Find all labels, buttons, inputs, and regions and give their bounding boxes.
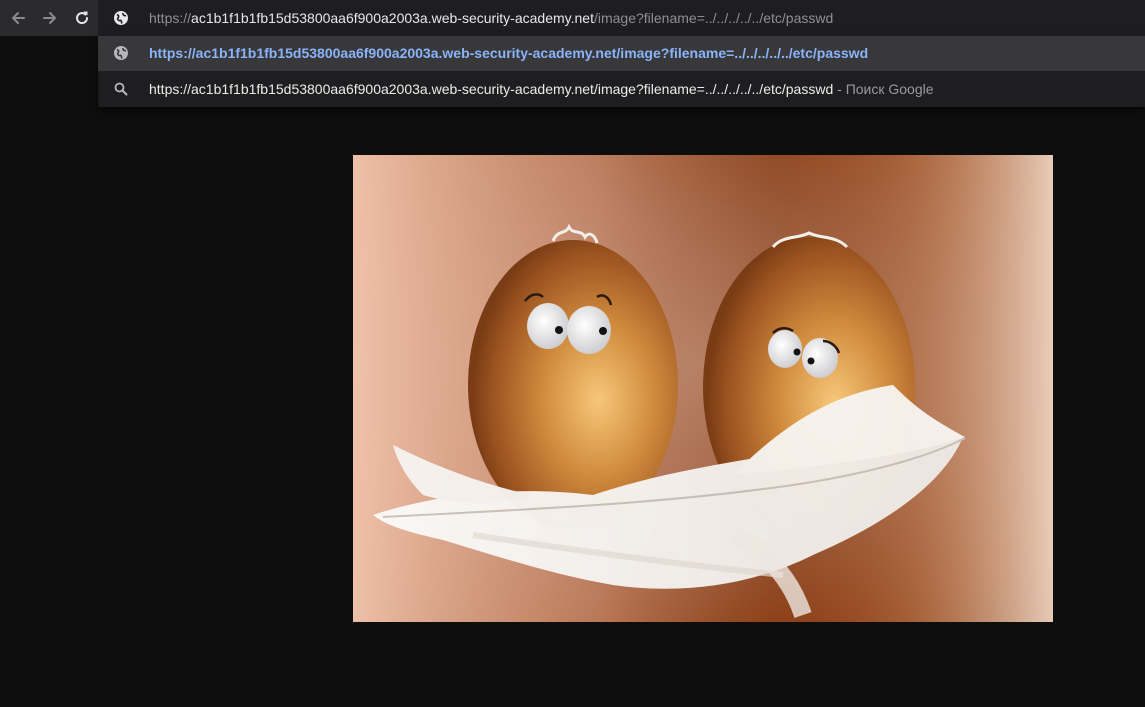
search-icon bbox=[114, 82, 128, 96]
suggestion-url-text: https://ac1b1f1b1fb15d53800aa6f900a2003a… bbox=[149, 45, 869, 61]
reload-icon bbox=[76, 11, 89, 25]
omnibox-suggestions: https://ac1b1f1b1fb15d53800aa6f900a2003a… bbox=[98, 36, 1145, 107]
suggestion-url[interactable]: https://ac1b1f1b1fb15d53800aa6f900a2003a… bbox=[98, 36, 1145, 71]
search-query: https://ac1b1f1b1fb15d53800aa6f900a2003a… bbox=[149, 81, 834, 97]
url-host: ac1b1f1b1fb15d53800aa6f900a2003a.web-sec… bbox=[191, 10, 594, 26]
browser-toolbar: https://ac1b1f1b1fb15d53800aa6f900a2003a… bbox=[0, 0, 1145, 36]
two-eggs-on-feather-image bbox=[353, 155, 1053, 622]
forward-button[interactable] bbox=[38, 6, 62, 30]
forward-arrow-icon bbox=[43, 12, 56, 24]
globe-icon bbox=[114, 11, 128, 25]
displayed-image bbox=[353, 155, 1053, 622]
suggestion-search[interactable]: https://ac1b1f1b1fb15d53800aa6f900a2003a… bbox=[98, 72, 1145, 107]
url-scheme: https:// bbox=[149, 10, 192, 26]
address-bar[interactable]: https://ac1b1f1b1fb15d53800aa6f900a2003a… bbox=[98, 0, 1145, 36]
url-path: /image?filename=../../../../../etc/passw… bbox=[593, 10, 834, 26]
back-arrow-icon bbox=[12, 12, 25, 24]
separator: - bbox=[833, 81, 846, 97]
search-engine-label: Поиск Google bbox=[845, 81, 934, 97]
back-button[interactable] bbox=[6, 6, 30, 30]
globe-icon bbox=[114, 46, 128, 60]
suggestion-search-text: https://ac1b1f1b1fb15d53800aa6f900a2003a… bbox=[149, 80, 934, 98]
reload-button[interactable] bbox=[70, 6, 94, 30]
address-bar-url[interactable]: https://ac1b1f1b1fb15d53800aa6f900a2003a… bbox=[149, 9, 833, 27]
